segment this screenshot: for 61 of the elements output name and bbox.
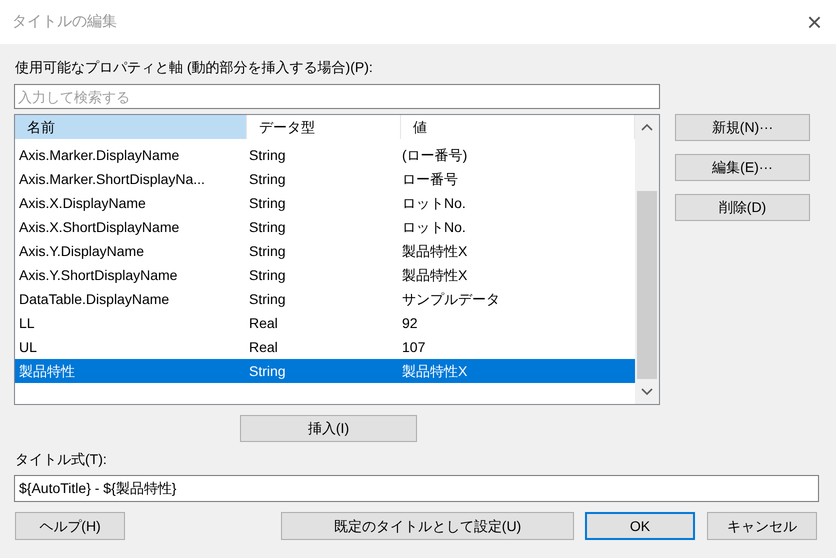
table-cell-text: Real	[248, 338, 279, 356]
table-cell-text: String	[248, 242, 287, 261]
table-cell-text: DataTable.DisplayName	[18, 290, 170, 309]
search-field[interactable]: 入力して検索する	[14, 84, 660, 109]
table-cell-text: Axis.X.DisplayName	[18, 194, 147, 213]
scroll-up-icon[interactable]	[641, 123, 653, 131]
table-cell-text: LL	[18, 314, 36, 332]
table-cell-text: Axis.Marker.DisplayName	[18, 146, 180, 165]
table-row[interactable]: 製品特性 String 製品特性X	[15, 359, 635, 383]
column-header[interactable]: データ型	[247, 115, 401, 139]
insert-button[interactable]: 挿入(I)	[240, 415, 417, 442]
table-cell-text: String	[248, 170, 287, 189]
table-cell-text: 製品特性X	[401, 242, 468, 260]
dialog-button[interactable]: OK	[585, 512, 695, 540]
dialog-button[interactable]: キャンセル	[707, 512, 817, 540]
field-label: 使用可能なプロパティと軸 (動的部分を挿入する場合)(P):	[14, 58, 374, 77]
table-cell-text: サンプルデータ	[401, 290, 501, 308]
table-cell-text: String	[248, 218, 287, 237]
table-cell-text: Real	[248, 314, 279, 332]
table-row[interactable]: Axis.Marker.ShortDisplayNa... String ロー番号	[15, 167, 635, 191]
table-cell-text: ロー番号	[401, 170, 459, 188]
dialog-button[interactable]: 既定のタイトルとして設定(U)	[281, 512, 574, 540]
table-cell-text: ロットNo.	[401, 194, 467, 212]
table-cell-text: 製品特性X	[401, 266, 468, 284]
table-cell-text: 92	[401, 314, 419, 332]
side-button[interactable]: 新規(N)···	[675, 114, 810, 141]
dialog-button[interactable]: ヘルプ(H)	[15, 512, 125, 540]
side-button[interactable]: 編集(E)···	[675, 154, 810, 181]
table-cell-text: 製品特性	[18, 362, 76, 380]
window-title: タイトルの編集	[12, 12, 117, 32]
table-cell-text: (ロー番号)	[401, 146, 468, 165]
column-header[interactable]: 名前	[15, 115, 247, 139]
table-cell-text: ロットNo.	[401, 218, 467, 236]
expression-field[interactable]: ${AutoTitle} - ${製品特性}	[14, 475, 819, 502]
table-cell-text: 107	[401, 338, 426, 356]
table-row[interactable]: DataTable.DisplayName String サンプルデータ	[15, 287, 635, 311]
table-cell-text: UL	[18, 338, 38, 356]
side-button[interactable]: 削除(D)	[675, 194, 810, 221]
close-button[interactable]: ×	[806, 9, 822, 35]
column-header[interactable]: 値	[401, 115, 635, 139]
field-label: タイトル式(T):	[14, 450, 108, 469]
table-cell-text: String	[248, 194, 287, 213]
scrollbar[interactable]	[635, 115, 659, 404]
table-cell-text: Axis.X.ShortDisplayName	[18, 218, 180, 237]
table-cell-text: Axis.Y.ShortDisplayName	[18, 266, 178, 285]
table-row[interactable]: LL Real 92	[15, 311, 635, 335]
table-row[interactable]: Axis.Y.ShortDisplayName String 製品特性X	[15, 263, 635, 287]
table-cell-text: Axis.Y.DisplayName	[18, 242, 146, 261]
table-cell-text: String	[248, 146, 287, 165]
table-cell-text: String	[248, 290, 287, 309]
table-cell-text: String	[248, 266, 287, 285]
table-row[interactable]: Axis.X.DisplayName String ロットNo.	[15, 191, 635, 215]
scroll-thumb[interactable]	[637, 190, 657, 378]
table-cell-text: 製品特性X	[401, 362, 468, 380]
table-row[interactable]: Axis.Marker.DisplayName String (ロー番号)	[15, 143, 635, 167]
table-row[interactable]: Axis.Y.DisplayName String 製品特性X	[15, 239, 635, 263]
table-row[interactable]: UL Real 107	[15, 335, 635, 359]
table-cell-text: String	[248, 362, 287, 381]
table-row[interactable]: Axis.X.ShortDisplayName String ロットNo.	[15, 215, 635, 239]
scroll-down-icon[interactable]	[641, 388, 653, 396]
table-cell-text: Axis.Marker.ShortDisplayNa...	[18, 170, 206, 189]
